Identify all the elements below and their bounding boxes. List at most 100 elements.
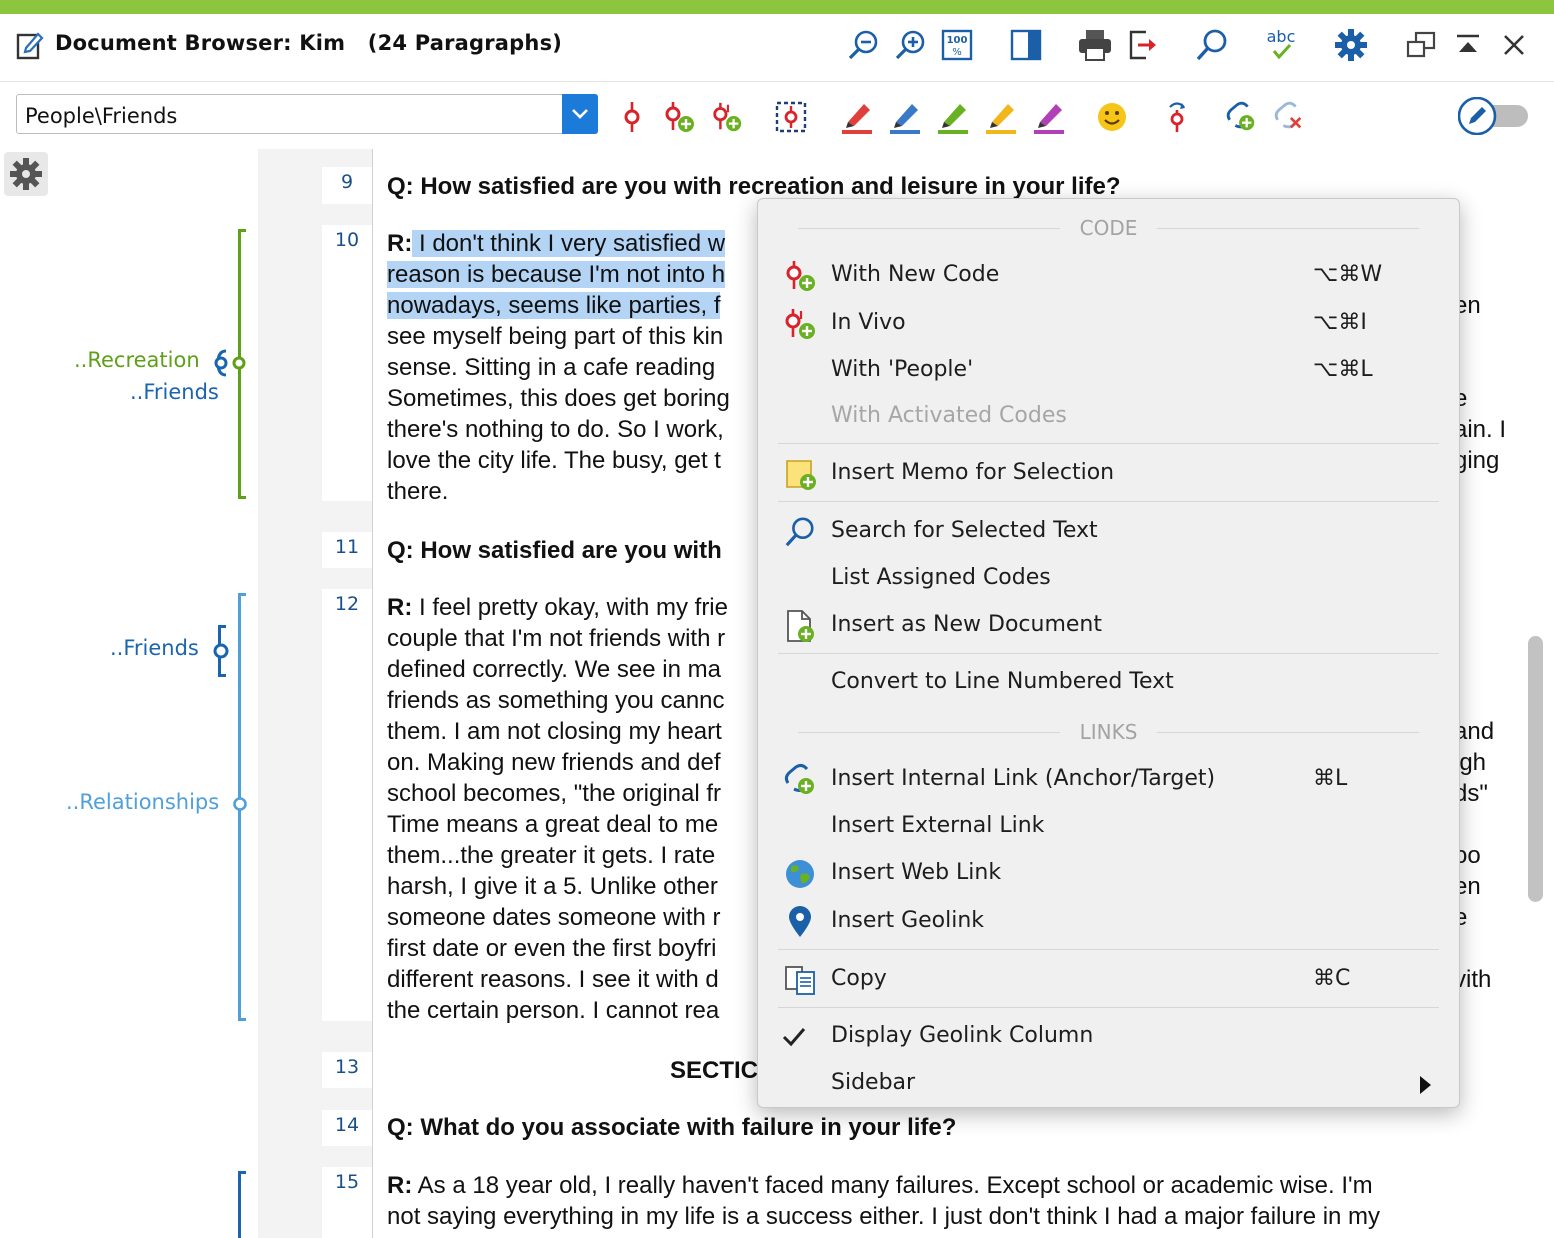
text-line: them...the greater it gets. I rate [387, 840, 715, 871]
paragraph-number: 11 [322, 532, 372, 568]
text-line: reason is because I'm not into h [387, 259, 726, 290]
location-pin-icon [782, 904, 818, 940]
menu-label: Insert External Link [831, 813, 1045, 838]
menu-header-links: LINKS [778, 718, 1439, 746]
menu-item-search-selected[interactable]: Search for Selected Text [758, 510, 1459, 552]
close-icon[interactable] [1495, 26, 1533, 64]
menu-label: Convert to Line Numbered Text [831, 669, 1174, 694]
menu-item-convert-line-numbered[interactable]: Convert to Line Numbered Text [758, 661, 1459, 703]
menu-separator [778, 443, 1439, 444]
menu-item-with-activated-codes: With Activated Codes [758, 395, 1459, 437]
undo-code-icon[interactable] [1160, 99, 1194, 135]
text-line: R: I feel pretty okay, with my frie [387, 592, 728, 623]
text-line: Sometimes, this does get boring [387, 383, 730, 414]
menu-item-copy[interactable]: Copy ⌘C [758, 958, 1459, 1000]
remove-link-icon[interactable] [1272, 99, 1306, 135]
menu-label: Insert Memo for Selection [831, 460, 1115, 485]
paragraph-number: 14 [322, 1110, 372, 1146]
text-line: defined correctly. We see in ma [387, 654, 721, 685]
settings-icon[interactable] [1332, 26, 1370, 64]
text-line: see myself being part of this kin [387, 321, 723, 352]
selected-code: People\Friends [25, 104, 178, 128]
menu-item-insert-external-link[interactable]: Insert External Link [758, 805, 1459, 847]
menu-item-insert-internal-link[interactable]: Insert Internal Link (Anchor/Target) ⌘L [758, 758, 1459, 800]
respondent-marker: R: [387, 230, 413, 257]
export-icon[interactable] [1124, 26, 1162, 64]
submenu-arrow-icon [1420, 1076, 1431, 1094]
highlight-yellow-icon[interactable] [984, 99, 1018, 135]
text-fragment: Time means a great deal to me [387, 811, 719, 838]
collapse-icon[interactable] [1449, 26, 1487, 64]
emoticon-icon[interactable] [1095, 99, 1129, 135]
chevron-down-icon[interactable] [562, 94, 598, 134]
menu-item-list-assigned-codes[interactable]: List Assigned Codes [758, 557, 1459, 599]
text-fragment: see myself being part of this kin [387, 323, 724, 350]
menu-item-with-new-code[interactable]: With New Code ⌥⌘W [758, 254, 1459, 296]
memo-icon [782, 456, 818, 492]
paragraph-number: 12 [322, 589, 372, 1021]
text-line: nowadays, seems like parties, f [387, 290, 721, 321]
menu-label: Insert Internal Link (Anchor/Target) [831, 766, 1216, 791]
code-new-icon[interactable] [662, 99, 696, 135]
menu-separator [778, 949, 1439, 950]
highlight-blue-icon[interactable] [888, 99, 922, 135]
margin-code-friends-2[interactable]: ..Friends [110, 636, 199, 660]
paragraph-number: 10 [322, 225, 372, 501]
text-line: the certain person. I cannot rea [387, 995, 719, 1026]
add-link-icon[interactable] [1224, 99, 1258, 135]
text-fragment: defined correctly. We see in ma [387, 656, 721, 683]
menu-item-insert-new-document[interactable]: Insert as New Document [758, 604, 1459, 646]
menu-label: With Activated Codes [831, 403, 1067, 428]
menu-item-sidebar[interactable]: Sidebar [758, 1062, 1459, 1104]
menu-item-display-geolink-column[interactable]: Display Geolink Column [758, 1015, 1459, 1057]
text-fragment: As a 18 year old, I really haven't faced… [412, 1172, 1373, 1199]
paragraph-13: SECTIC [670, 1057, 759, 1084]
menu-item-insert-geolink[interactable]: Insert Geolink [758, 900, 1459, 942]
paragraph-number: 13 [322, 1052, 372, 1088]
paragraph-number: 9 [322, 167, 372, 204]
text-fragment: first date or even the first boyfri [387, 935, 717, 962]
text-line: Time means a great deal to me [387, 809, 718, 840]
menu-item-insert-web-link[interactable]: Insert Web Link [758, 852, 1459, 894]
text-fragment: harsh, I give it a 5. Unlike other [387, 873, 718, 900]
zoom-100-icon[interactable]: 100% [938, 26, 976, 64]
menu-label: Insert as New Document [831, 612, 1102, 637]
text-fragment: couple that I'm not friends with r [387, 625, 726, 652]
text-line: there's nothing to do. So I work, [387, 414, 724, 445]
menu-label: Insert Web Link [831, 860, 1002, 885]
menu-item-insert-memo[interactable]: Insert Memo for Selection [758, 452, 1459, 494]
margin-code-relationships[interactable]: ..Relationships [66, 790, 219, 814]
spellcheck-icon[interactable]: abc [1262, 26, 1300, 64]
highlight-purple-icon[interactable] [1032, 99, 1066, 135]
menu-shortcut: ⌥⌘W [1313, 262, 1383, 287]
respondent-marker: R: [387, 1172, 413, 1199]
code-invivo-icon [782, 306, 818, 342]
highlight-green-icon[interactable] [936, 99, 970, 135]
panel-toggle-icon[interactable] [1007, 26, 1045, 64]
text-line: not saying everything in my life is a su… [387, 1201, 1380, 1232]
code-selection-icon[interactable] [774, 99, 808, 135]
internal-link-icon [782, 762, 818, 798]
print-icon[interactable] [1076, 26, 1114, 64]
margin-code-recreation[interactable]: ..Recreation [74, 348, 200, 372]
menu-item-with-people[interactable]: With 'People' ⌥⌘L [758, 349, 1459, 391]
text-line: them. I am not closing my heart [387, 716, 722, 747]
margin-code-friends-1[interactable]: ..Friends [130, 380, 219, 404]
vertical-scrollbar[interactable] [1528, 636, 1543, 902]
menu-label: Display Geolink Column [831, 1023, 1094, 1048]
zoom-out-icon[interactable] [844, 26, 882, 64]
code-icon[interactable] [615, 99, 649, 135]
undock-icon[interactable] [1402, 26, 1440, 64]
code-invivo-icon[interactable] [710, 99, 744, 135]
text-line: harsh, I give it a 5. Unlike other [387, 871, 718, 902]
menu-item-in-vivo[interactable]: In Vivo ⌥⌘I [758, 302, 1459, 344]
edit-mode-toggle[interactable] [1457, 96, 1530, 136]
code-selector[interactable]: People\Friends [16, 94, 598, 134]
text-fragment: different reasons. I see it with d [387, 966, 719, 993]
highlight-red-icon[interactable] [840, 99, 874, 135]
text-fragment: friends as something you cannc [387, 687, 725, 714]
zoom-in-icon[interactable] [891, 26, 929, 64]
margin-settings-button[interactable] [4, 152, 48, 196]
code-bracket-partial[interactable] [238, 1171, 246, 1238]
search-icon[interactable] [1193, 26, 1231, 64]
